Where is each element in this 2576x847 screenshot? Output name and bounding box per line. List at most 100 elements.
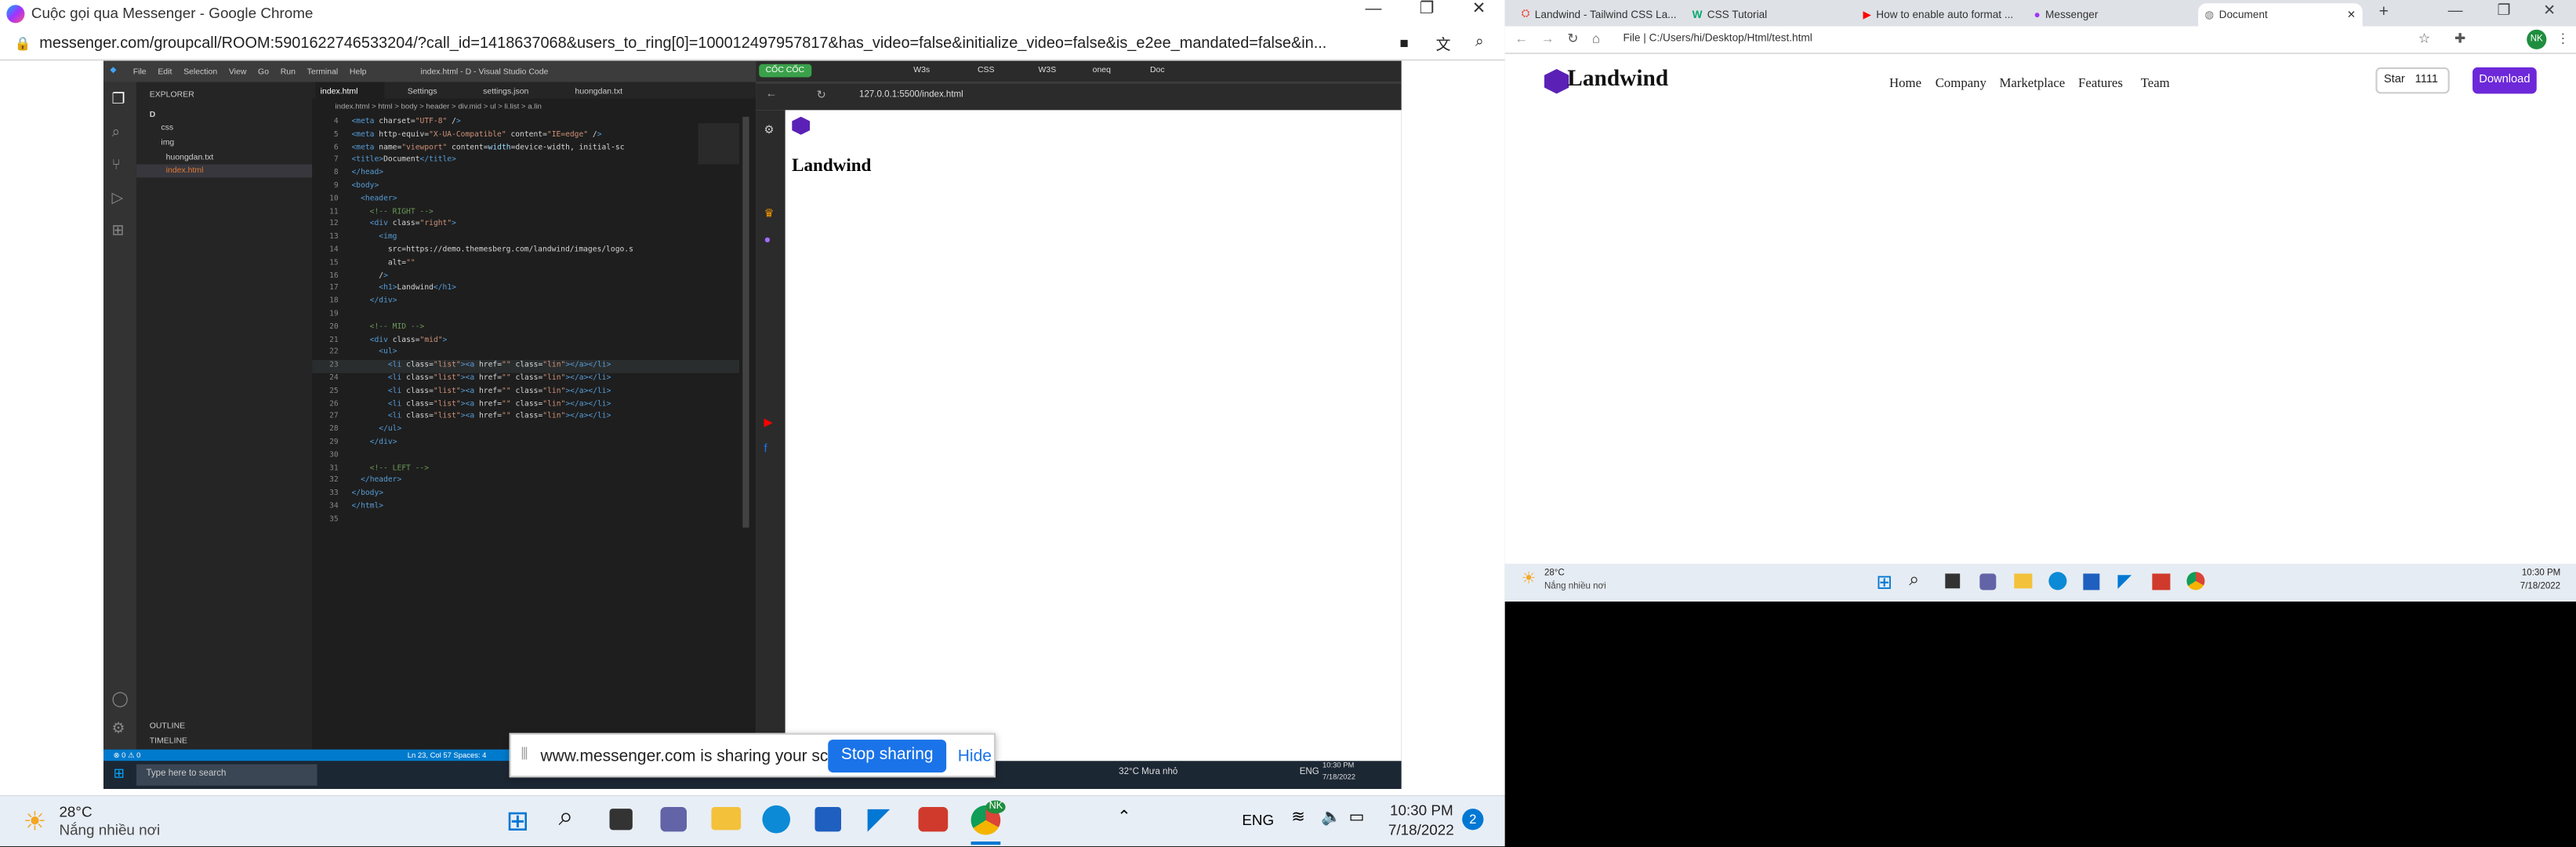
code-line[interactable]: 14 src=https://demo.themesberg.com/landw… — [312, 245, 739, 257]
menu-selection[interactable]: Selection — [183, 67, 217, 77]
nav-team[interactable]: Team — [2141, 75, 2170, 90]
outline-section[interactable]: OUTLINE — [150, 722, 185, 732]
code-line[interactable]: 12 <div class="right"> — [312, 220, 739, 232]
tab-document[interactable]: ◍ Document ✕ — [2198, 3, 2363, 27]
close-button[interactable]: ✕ — [1472, 0, 1486, 18]
kebab-menu-icon[interactable]: ⋮ — [2556, 31, 2570, 46]
menu-view[interactable]: View — [229, 67, 247, 77]
code-line[interactable]: 21 <div class="mid"> — [312, 335, 739, 347]
code-line[interactable]: 15 alt="" — [312, 258, 739, 271]
right-vscode-icon[interactable]: ◤ — [2117, 570, 2132, 591]
tab-settings[interactable]: Settings — [408, 86, 437, 96]
code-line[interactable]: 27 <li class="list"><a href="" class="li… — [312, 412, 739, 424]
scrollbar[interactable] — [742, 116, 749, 528]
right-edge-icon[interactable] — [2048, 572, 2067, 591]
task-view-icon[interactable] — [609, 809, 633, 831]
right-back-icon[interactable]: ← — [1515, 31, 1528, 46]
code-line[interactable]: 28 </ul> — [312, 424, 739, 437]
right-explorer-icon[interactable] — [2014, 573, 2033, 589]
profile-avatar[interactable]: NK — [2527, 29, 2547, 49]
code-line[interactable]: 6 <meta name="viewport" content=width=dev… — [312, 142, 739, 154]
code-line[interactable]: 10 <header> — [312, 194, 739, 206]
search-icon[interactable]: ⌕ — [112, 123, 121, 141]
coccoc-badge[interactable]: CỐC CỐC — [759, 64, 811, 78]
back-icon[interactable]: ← — [766, 89, 778, 100]
menu-go[interactable]: Go — [258, 67, 269, 77]
zoom-icon[interactable]: ⌕ — [1475, 33, 1484, 51]
code-editor[interactable]: index.html Settings settings.json huongd… — [312, 82, 756, 750]
menu-run[interactable]: Run — [281, 67, 296, 77]
right-wps-icon[interactable] — [2152, 573, 2171, 591]
code-line[interactable]: 4 <meta charset="UTF-8" /> — [312, 117, 739, 129]
right-maximize-button[interactable]: ❐ — [2497, 2, 2510, 20]
menu-help[interactable]: Help — [350, 67, 367, 77]
tree-folder-d[interactable]: D — [150, 110, 156, 120]
download-button[interactable]: Download — [2473, 67, 2537, 94]
inner-tab-w3s[interactable]: W3s — [913, 66, 930, 76]
edge-icon[interactable] — [762, 805, 791, 834]
code-line[interactable]: 34 </html> — [312, 501, 739, 514]
account-icon[interactable]: ◯ — [112, 690, 129, 708]
camera-icon[interactable]: ■ — [1400, 35, 1409, 51]
right-search-icon[interactable]: ⌕ — [1909, 570, 1919, 591]
inner-tab-w3s-2[interactable]: W3S — [1038, 66, 1056, 76]
code-line[interactable]: 29 </div> — [312, 437, 739, 449]
inner-url[interactable]: 127.0.0.1:5500/index.html — [859, 90, 963, 100]
notification-badge[interactable]: 2 — [1462, 809, 1484, 831]
code-line[interactable]: 32 </header> — [312, 475, 739, 488]
right-forward-icon[interactable]: → — [1541, 31, 1555, 46]
minimize-button[interactable]: — — [1366, 0, 1382, 18]
code-line[interactable]: 20 <!-- MID --> — [312, 322, 739, 334]
right-reload-icon[interactable]: ↻ — [1567, 31, 1578, 46]
tab-huongdan[interactable]: huongdan.txt — [575, 86, 622, 96]
right-taskview-icon[interactable] — [1945, 573, 1961, 589]
tree-folder-img[interactable]: img — [161, 138, 174, 148]
address-bar[interactable]: 🔒 messenger.com/groupcall/ROOM:590162274… — [0, 27, 1505, 61]
nav-home[interactable]: Home — [1889, 75, 1921, 90]
tab-messenger[interactable]: ● Messenger — [2027, 3, 2192, 26]
tree-file-index[interactable]: index.html — [166, 166, 204, 176]
inner-start-icon[interactable]: ⊞ — [114, 766, 125, 781]
code-line[interactable]: 18 </div> — [312, 296, 739, 309]
right-start-icon[interactable]: ⊞ — [1876, 570, 1892, 593]
code-line[interactable]: 33 </body> — [312, 489, 739, 501]
inner-search-box[interactable]: Type here to search — [136, 764, 317, 786]
home-icon[interactable]: ⌂ — [1592, 31, 1600, 46]
battery-icon[interactable]: ▭ — [1349, 809, 1365, 827]
nav-marketplace[interactable]: Marketplace — [1999, 75, 2065, 90]
sidebar-messenger-icon[interactable]: ● — [764, 235, 771, 247]
run-debug-icon[interactable]: ▷ — [112, 189, 124, 207]
search-taskbar-icon[interactable]: ⌕ — [559, 804, 574, 834]
start-icon[interactable]: ⊞ — [506, 805, 529, 838]
tab-settings-json[interactable]: settings.json — [483, 86, 528, 96]
tree-file-huongdan[interactable]: huongdan.txt — [166, 153, 214, 163]
code-line[interactable]: 31 <!-- LEFT --> — [312, 463, 739, 475]
inner-tab-doc[interactable]: Doc — [1150, 66, 1165, 76]
nav-features[interactable]: Features — [2078, 75, 2123, 90]
tab-youtube[interactable]: ▶ How to enable auto format ... — [1856, 3, 2021, 26]
right-store-icon[interactable] — [2083, 573, 2100, 591]
code-line[interactable]: 35 — [312, 514, 739, 526]
translate-icon[interactable]: 文 — [1436, 33, 1451, 54]
code-line[interactable]: 7 <title>Document</title> — [312, 155, 739, 168]
right-url[interactable]: File | C:/Users/hi/Desktop/Html/test.htm… — [1624, 33, 1812, 45]
menu-terminal[interactable]: Terminal — [307, 67, 339, 77]
vscode-taskbar-icon[interactable]: ◤ — [868, 802, 891, 837]
sidebar-youtube-icon[interactable]: ▶ — [764, 416, 773, 429]
timeline-section[interactable]: TIMELINE — [150, 736, 187, 747]
maximize-button[interactable]: ❐ — [1420, 0, 1435, 18]
new-tab-button[interactable]: + — [2379, 3, 2389, 21]
sidebar-crown-icon[interactable]: ♛ — [764, 207, 775, 220]
bookmark-icon[interactable]: ☆ — [2418, 31, 2430, 46]
code-line[interactable]: 8 </head> — [312, 168, 739, 180]
teams-icon[interactable] — [660, 806, 688, 832]
code-line[interactable]: 30 — [312, 450, 739, 463]
code-line[interactable]: 16 /> — [312, 271, 739, 283]
source-control-icon[interactable]: ⑂ — [112, 156, 121, 173]
reload-icon[interactable]: ↻ — [817, 89, 826, 102]
tab-css-tutorial[interactable]: W CSS Tutorial — [1685, 3, 1850, 26]
wps-icon[interactable] — [918, 806, 949, 832]
code-line[interactable]: 11 <!-- RIGHT --> — [312, 206, 739, 219]
tree-folder-css[interactable]: css — [161, 123, 173, 133]
code-line[interactable]: 26 <li class="list"><a href="" class="li… — [312, 398, 739, 411]
